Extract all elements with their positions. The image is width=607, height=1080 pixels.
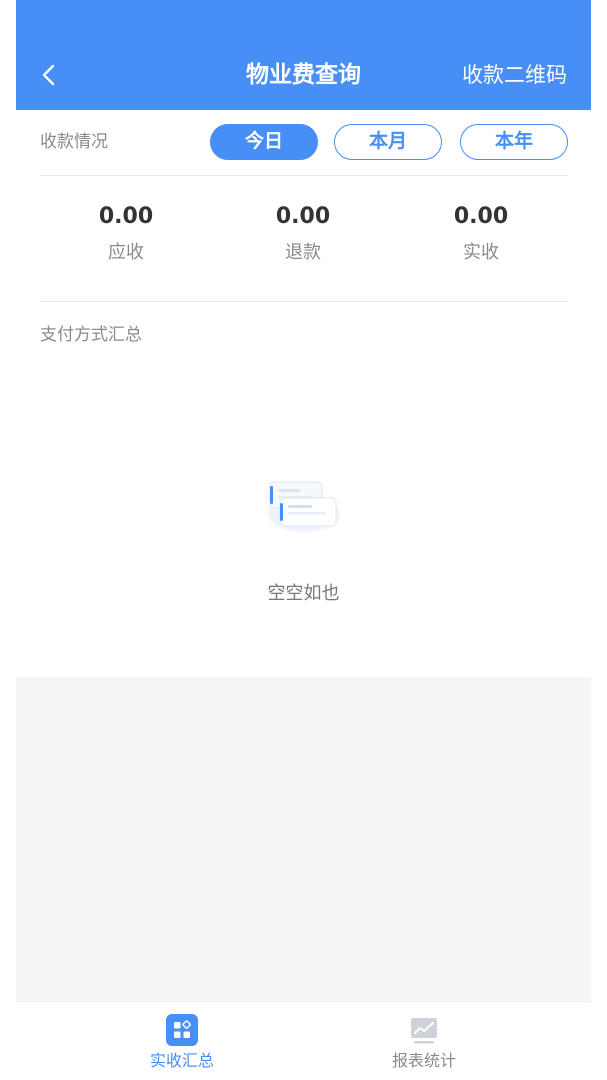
stat-received-value: 0.00 <box>453 204 509 229</box>
bottom-tab-bar: 实收汇总 报表统计 <box>16 1001 591 1080</box>
filter-row: 收款情况 今日 本月 本年 <box>16 110 591 176</box>
filter-month-button[interactable]: 本月 <box>334 124 442 160</box>
stat-refund: 0.00 退款 <box>223 200 383 266</box>
tab-received-summary-label: 实收汇总 <box>149 1051 214 1070</box>
content-background <box>16 677 591 1001</box>
app-frame: 物业费查询 收款二维码 收款情况 今日 本月 本年 0.00 应收 0.00 退… <box>16 0 591 1080</box>
filter-label: 收款情况 <box>40 132 108 152</box>
tab-report-stats[interactable]: 报表统计 <box>354 1010 494 1076</box>
filter-year-button[interactable]: 本年 <box>460 124 568 160</box>
chart-line-icon <box>411 1018 437 1044</box>
stat-receivable-label: 应收 <box>108 242 144 263</box>
stat-receivable-value: 0.00 <box>98 204 154 229</box>
grid-icon <box>166 1014 198 1046</box>
empty-state-text: 空空如也 <box>267 583 340 604</box>
payment-summary-title: 支付方式汇总 <box>40 325 142 345</box>
empty-cards-icon <box>268 481 340 532</box>
tab-report-stats-label: 报表统计 <box>391 1051 456 1070</box>
screen: 物业费查询 收款二维码 收款情况 今日 本月 本年 0.00 应收 0.00 退… <box>0 0 607 1080</box>
stat-receivable: 0.00 应收 <box>46 200 206 266</box>
filter-today-button[interactable]: 今日 <box>210 124 318 160</box>
stat-refund-label: 退款 <box>285 242 321 263</box>
tab-received-summary[interactable]: 实收汇总 <box>112 1010 252 1076</box>
stat-received: 0.00 实收 <box>401 200 561 266</box>
stat-refund-value: 0.00 <box>275 204 331 229</box>
qr-code-link[interactable]: 收款二维码 <box>462 58 567 92</box>
divider <box>40 301 568 302</box>
divider <box>40 175 568 176</box>
stat-received-label: 实收 <box>463 242 499 263</box>
header-bar: 物业费查询 收款二维码 <box>16 0 591 110</box>
